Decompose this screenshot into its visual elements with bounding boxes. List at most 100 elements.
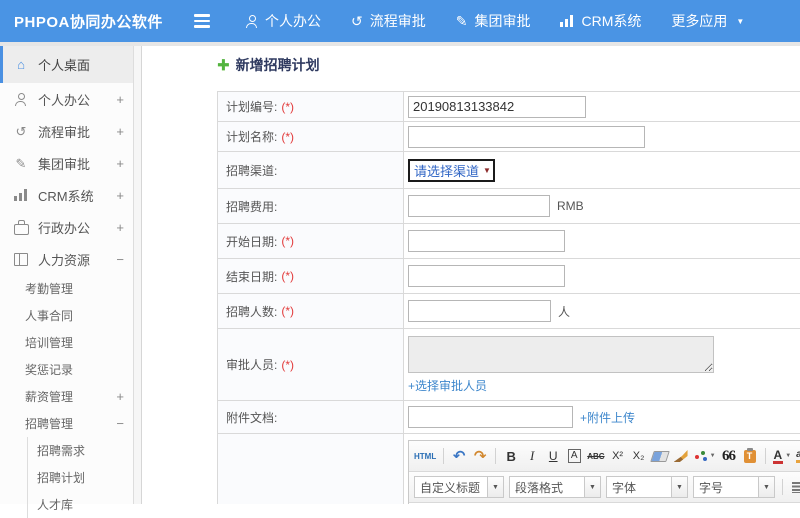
cost-input[interactable] xyxy=(408,195,550,217)
collapse-minus-icon[interactable]: − xyxy=(116,252,124,267)
superscript-button[interactable]: X² xyxy=(610,446,626,466)
format-brush-button[interactable] xyxy=(673,446,689,466)
nav-item-personal-office[interactable]: 个人办公 xyxy=(246,11,321,31)
recruit-plan-form: 计划编号:(*) 计划名称:(*) 招聘渠道: 请选择渠道 ▼ 招聘费用: RM… xyxy=(217,91,800,504)
bold-button[interactable]: B xyxy=(503,446,519,466)
undo-button[interactable]: ↶ xyxy=(451,446,467,466)
field-label: 招聘费用: xyxy=(226,198,277,215)
font-family-select[interactable]: 字体 ▼ xyxy=(606,476,688,498)
underline-button[interactable]: U xyxy=(545,446,561,466)
sidebar-item-attendance[interactable]: 考勤管理 xyxy=(0,275,141,302)
attachment-input[interactable] xyxy=(408,406,573,428)
sidebar-item-hr[interactable]: 人力资源 − xyxy=(0,243,141,275)
paste-button[interactable]: T xyxy=(742,446,758,466)
italic-button[interactable]: I xyxy=(524,446,540,466)
plan-number-input[interactable] xyxy=(408,96,586,118)
nav-label: CRM系统 xyxy=(581,11,641,31)
form-row-editor: HTML ↶ ↷ B I U A ABC X² X₂ ▼ xyxy=(218,434,800,504)
align-left-button[interactable] xyxy=(790,477,800,497)
sidebar-item-label: 集团审批 xyxy=(38,154,90,173)
channel-select-value: 请选择渠道 xyxy=(414,161,479,180)
book-icon xyxy=(14,253,28,266)
recruit-submenu: 招聘需求 招聘计划 人才库 xyxy=(27,437,141,518)
caret-down-icon[interactable]: ▼ xyxy=(758,477,774,497)
sidebar-item-process-approval[interactable]: ↺ 流程审批 + xyxy=(0,115,141,147)
share-icon: ↺ xyxy=(351,14,363,28)
eraser-button[interactable] xyxy=(652,446,668,466)
nav-item-group-approval[interactable]: ✎ 集团审批 xyxy=(456,11,531,31)
sidebar-item-recruit-plan[interactable]: 招聘计划 xyxy=(28,464,141,491)
source-code-button[interactable]: HTML xyxy=(414,446,436,466)
required-mark: (*) xyxy=(281,269,294,283)
attachment-upload-link[interactable]: +附件上传 xyxy=(580,409,635,426)
form-row-headcount: 招聘人数:(*) 人 xyxy=(218,294,800,329)
sidebar-subitem-label: 奖惩记录 xyxy=(25,361,73,378)
sidebar-subitem-label: 招聘管理 xyxy=(25,415,73,432)
editor-toolbar-row2: 自定义标题 ▼ 段落格式 ▼ 字体 ▼ 字号 ▼ xyxy=(409,472,800,503)
autotypeset-button[interactable]: A xyxy=(566,446,582,466)
app-logo: PHPOA协同办公软件 xyxy=(0,11,176,32)
end-date-input[interactable] xyxy=(408,265,565,287)
home-icon: ⌂ xyxy=(13,58,29,71)
sidebar-item-desktop[interactable]: ⌂ 个人桌面 xyxy=(0,46,141,83)
nav-item-crm[interactable]: CRM系统 xyxy=(560,11,641,31)
sidebar-item-recruit-mgmt[interactable]: 招聘管理 − xyxy=(0,410,141,437)
hamburger-menu-icon[interactable] xyxy=(194,14,212,28)
paragraph-format-value: 段落格式 xyxy=(510,479,584,496)
strikethrough-button[interactable]: ABC xyxy=(587,446,604,466)
edit-icon: ✎ xyxy=(13,157,29,170)
background-color-button[interactable]: ab▼ xyxy=(796,446,800,466)
start-date-input[interactable] xyxy=(408,230,565,252)
sidebar-item-recruit-demand[interactable]: 招聘需求 xyxy=(28,437,141,464)
sidebar-item-crm[interactable]: CRM系统 + xyxy=(0,179,141,211)
nav-item-process-approval[interactable]: ↺ 流程审批 xyxy=(351,11,426,31)
font-color-icon: A xyxy=(773,449,784,464)
font-family-value: 字体 xyxy=(607,479,671,496)
sidebar-item-salary[interactable]: 薪资管理 + xyxy=(0,383,141,410)
sidebar-subitem-label: 招聘需求 xyxy=(37,442,85,459)
form-row-end-date: 结束日期:(*) xyxy=(218,259,800,294)
paragraph-format-select[interactable]: 段落格式 ▼ xyxy=(509,476,601,498)
sidebar-item-talent-pool[interactable]: 人才库 xyxy=(28,491,141,518)
headcount-input[interactable] xyxy=(408,300,551,322)
collapse-minus-icon[interactable]: − xyxy=(116,416,124,431)
sidebar-item-rewards[interactable]: 奖惩记录 xyxy=(0,356,141,383)
expand-plus-icon[interactable]: + xyxy=(116,124,124,139)
caret-down-icon[interactable]: ▼ xyxy=(671,477,687,497)
bar-chart-icon xyxy=(14,189,28,201)
sidebar-scrollbar[interactable] xyxy=(133,46,141,504)
approvers-textarea[interactable] xyxy=(408,336,714,373)
field-label: 计划名称: xyxy=(226,128,277,145)
redo-button[interactable]: ↷ xyxy=(472,446,488,466)
expand-plus-icon[interactable]: + xyxy=(116,220,124,235)
nav-label: 个人办公 xyxy=(265,11,321,31)
sidebar-item-personal-office[interactable]: 个人办公 + xyxy=(0,83,141,115)
expand-plus-icon[interactable]: + xyxy=(116,389,124,404)
sidebar-item-admin-office[interactable]: 行政办公 + xyxy=(0,211,141,243)
select-approvers-link[interactable]: +选择审批人员 xyxy=(408,377,487,394)
page-title-text: 新增招聘计划 xyxy=(236,55,320,75)
caret-down-icon[interactable]: ▼ xyxy=(584,477,600,497)
expand-plus-icon[interactable]: + xyxy=(116,92,124,107)
plan-name-input[interactable] xyxy=(408,126,645,148)
nav-item-more-apps[interactable]: 更多应用 ▼ xyxy=(671,11,744,31)
expand-plus-icon[interactable]: + xyxy=(116,156,124,171)
font-color-button[interactable]: A▼ xyxy=(773,446,792,466)
bar-chart-icon xyxy=(560,15,574,27)
sidebar-item-label: 个人办公 xyxy=(38,90,90,109)
sidebar-item-group-approval[interactable]: ✎ 集团审批 + xyxy=(0,147,141,179)
highlight-colors-button[interactable]: ▼ xyxy=(694,446,716,466)
font-size-select[interactable]: 字号 ▼ xyxy=(693,476,775,498)
form-row-cost: 招聘费用: RMB xyxy=(218,189,800,224)
expand-plus-icon[interactable]: + xyxy=(116,188,124,203)
sidebar-item-hr-contract[interactable]: 人事合同 xyxy=(0,302,141,329)
custom-title-select[interactable]: 自定义标题 ▼ xyxy=(414,476,504,498)
sidebar-item-training[interactable]: 培训管理 xyxy=(0,329,141,356)
blockquote-button[interactable]: 66 xyxy=(721,446,737,466)
channel-select[interactable]: 请选择渠道 ▼ xyxy=(408,159,495,182)
caret-down-icon[interactable]: ▼ xyxy=(487,477,503,497)
sidebar-subitem-label: 人事合同 xyxy=(25,307,73,324)
subscript-button[interactable]: X₂ xyxy=(631,446,647,466)
field-label: 招聘渠道: xyxy=(226,162,277,179)
required-mark: (*) xyxy=(281,304,294,318)
